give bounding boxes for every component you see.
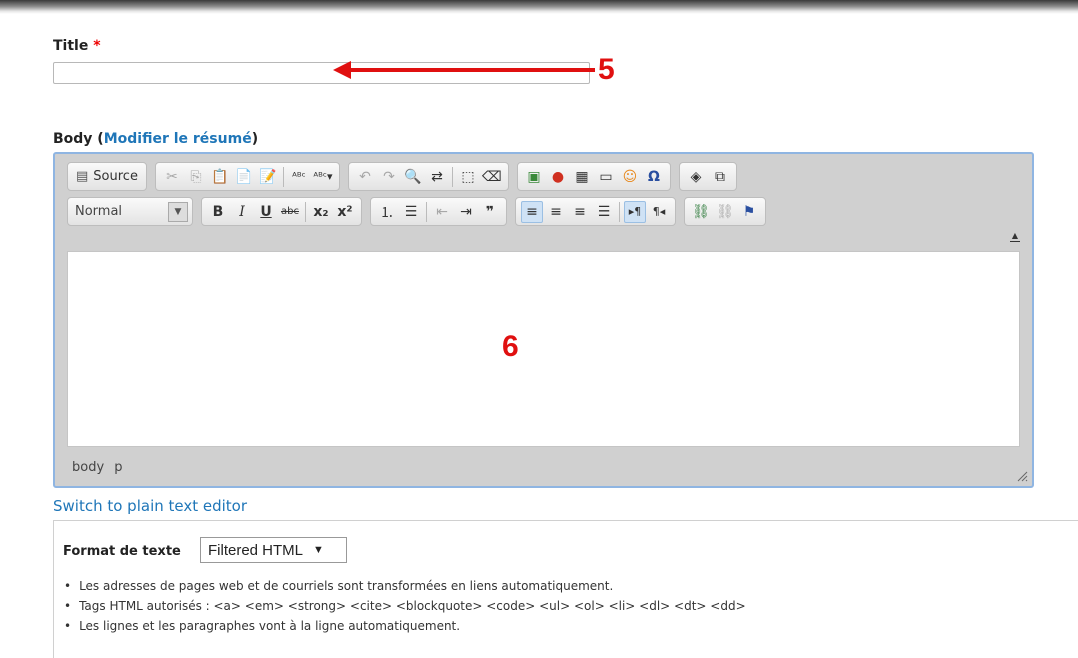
spellcheck-as-you-type-icon[interactable]: ᴬᴮᶜ▾	[312, 166, 334, 188]
toolbar-separator	[451, 166, 453, 187]
align-center-icon[interactable]: ≡	[545, 201, 567, 223]
toolbar-group-insert: ▣ ● ▦ ▭ ☺ Ω	[516, 162, 671, 191]
outdent-icon[interactable]: ⇤	[431, 201, 453, 223]
text-format-selected: Filtered HTML	[208, 541, 304, 559]
list-item: Les adresses de pages web et de courriel…	[64, 576, 746, 596]
undo-icon[interactable]: ↶	[354, 166, 376, 188]
source-button[interactable]: ▤ Source	[73, 166, 141, 188]
resize-handle-icon[interactable]	[1016, 470, 1028, 482]
italic-icon[interactable]: I	[231, 201, 253, 223]
list-item: Les lignes et les paragraphes vont à la …	[64, 616, 746, 636]
edit-summary-link[interactable]: Modifier le résumé	[104, 131, 252, 147]
toolbar-group-editing: ↶ ↷ 🔍 ⇄ ⬚ ⌫	[347, 162, 509, 191]
top-shadow	[0, 0, 1078, 14]
toolbar-separator	[282, 166, 284, 187]
chevron-down-icon: ▼	[168, 201, 188, 222]
toolbar-group-document: ▤ Source	[67, 162, 147, 191]
toolbar-group-links: ⛓ ⛓ ⚑	[684, 197, 766, 226]
cut-icon[interactable]: ✂	[161, 166, 183, 188]
paste-icon[interactable]: 📋	[209, 166, 231, 188]
text-format-label: Format de texte	[63, 544, 181, 559]
body-label-text: Body (	[53, 131, 104, 147]
align-right-icon[interactable]: ≡	[569, 201, 591, 223]
element-path-body[interactable]: body	[72, 460, 104, 475]
element-path-p[interactable]: p	[114, 460, 122, 475]
text-format-select[interactable]: Filtered HTML ▼	[200, 537, 347, 563]
paste-word-icon[interactable]: 📝	[257, 166, 279, 188]
chevron-down-icon: ▼	[313, 544, 324, 556]
horizontal-rule-icon[interactable]: ▭	[595, 166, 617, 188]
annotation-arrow-icon	[333, 61, 595, 79]
flash-icon[interactable]: ●	[547, 166, 569, 188]
underline-icon[interactable]: U	[255, 201, 277, 223]
text-format-tips: Les adresses de pages web et de courriel…	[64, 576, 746, 636]
format-dropdown-value: Normal	[75, 204, 123, 219]
link-icon[interactable]: ⛓	[690, 201, 712, 223]
text-direction-ltr-icon[interactable]: ▸¶	[624, 200, 646, 223]
paste-text-icon[interactable]: 📄	[233, 166, 255, 188]
toolbar-row-1: ▤ Source ✂ ⎘ 📋 📄 📝 ᴬᴮᶜ ᴬᴮᶜ▾ ↶ ↷ 🔍 ⇄ ⬚ ⌫ …	[67, 159, 1022, 194]
special-char-icon[interactable]: Ω	[643, 166, 665, 188]
copy-icon[interactable]: ⎘	[185, 166, 207, 188]
maximize-icon[interactable]: ◈	[685, 166, 707, 188]
title-label-text: Title	[53, 38, 89, 54]
smiley-icon[interactable]: ☺	[619, 166, 641, 188]
required-marker: *	[93, 38, 101, 54]
select-all-icon[interactable]: ⬚	[457, 166, 479, 188]
indent-icon[interactable]: ⇥	[455, 201, 477, 223]
annotation-number-5: 5	[598, 53, 615, 86]
body-label-suffix: )	[251, 131, 259, 147]
strikethrough-icon[interactable]: abc	[279, 201, 301, 223]
collapse-toolbar-icon[interactable]: ▲	[1010, 231, 1020, 242]
toolbar-row-2: Normal ▼ B I U abc x₂ x² ⒈ ☰ ⇤ ⇥ ❞ ≡ ≡ ≡…	[67, 194, 1022, 229]
body-label: Body (Modifier le résumé)	[53, 131, 258, 147]
numbered-list-icon[interactable]: ⒈	[376, 201, 398, 223]
format-dropdown[interactable]: Normal ▼	[67, 197, 193, 226]
rich-text-editor: ▤ Source ✂ ⎘ 📋 📄 📝 ᴬᴮᶜ ᴬᴮᶜ▾ ↶ ↷ 🔍 ⇄ ⬚ ⌫ …	[53, 152, 1034, 488]
text-direction-rtl-icon[interactable]: ¶◂	[648, 201, 670, 223]
toolbar-group-align: ≡ ≡ ≡ ☰ ▸¶ ¶◂	[515, 197, 676, 226]
superscript-icon[interactable]: x²	[334, 201, 356, 223]
blockquote-icon[interactable]: ❞	[479, 201, 501, 223]
toolbar-group-clipboard: ✂ ⎘ 📋 📄 📝 ᴬᴮᶜ ᴬᴮᶜ▾	[154, 162, 340, 191]
bold-icon[interactable]: B	[207, 201, 229, 223]
anchor-flag-icon[interactable]: ⚑	[738, 201, 760, 223]
editor-content-area[interactable]	[67, 251, 1020, 447]
align-left-icon[interactable]: ≡	[521, 200, 543, 223]
toolbar-separator	[305, 201, 306, 222]
table-icon[interactable]: ▦	[571, 166, 593, 188]
spellcheck-icon[interactable]: ᴬᴮᶜ	[288, 166, 310, 188]
toolbar-group-view: ◈ ⧉	[678, 162, 737, 191]
image-icon[interactable]: ▣	[523, 166, 545, 188]
title-label: Title *	[53, 38, 101, 54]
bulleted-list-icon[interactable]: ☰	[400, 201, 422, 223]
toolbar-group-basic-styles: B I U abc x₂ x²	[201, 197, 362, 226]
toolbar-separator	[426, 201, 427, 222]
subscript-icon[interactable]: x₂	[310, 201, 332, 223]
toolbar-separator	[619, 201, 620, 222]
remove-format-icon[interactable]: ⌫	[481, 166, 503, 188]
show-blocks-icon[interactable]: ⧉	[709, 166, 731, 188]
source-icon: ▤	[76, 169, 89, 184]
align-justify-icon[interactable]: ☰	[593, 201, 615, 223]
redo-icon[interactable]: ↷	[378, 166, 400, 188]
element-path: body p	[72, 460, 123, 475]
unlink-icon[interactable]: ⛓	[714, 201, 736, 223]
source-label: Source	[93, 169, 138, 184]
replace-icon[interactable]: ⇄	[426, 166, 448, 188]
switch-to-plain-text-link[interactable]: Switch to plain text editor	[53, 497, 247, 515]
find-icon[interactable]: 🔍	[402, 166, 424, 188]
annotation-number-6: 6	[502, 330, 519, 363]
toolbar-group-paragraph: ⒈ ☰ ⇤ ⇥ ❞	[370, 197, 507, 226]
list-item: Tags HTML autorisés : <a> <em> <strong> …	[64, 596, 746, 616]
